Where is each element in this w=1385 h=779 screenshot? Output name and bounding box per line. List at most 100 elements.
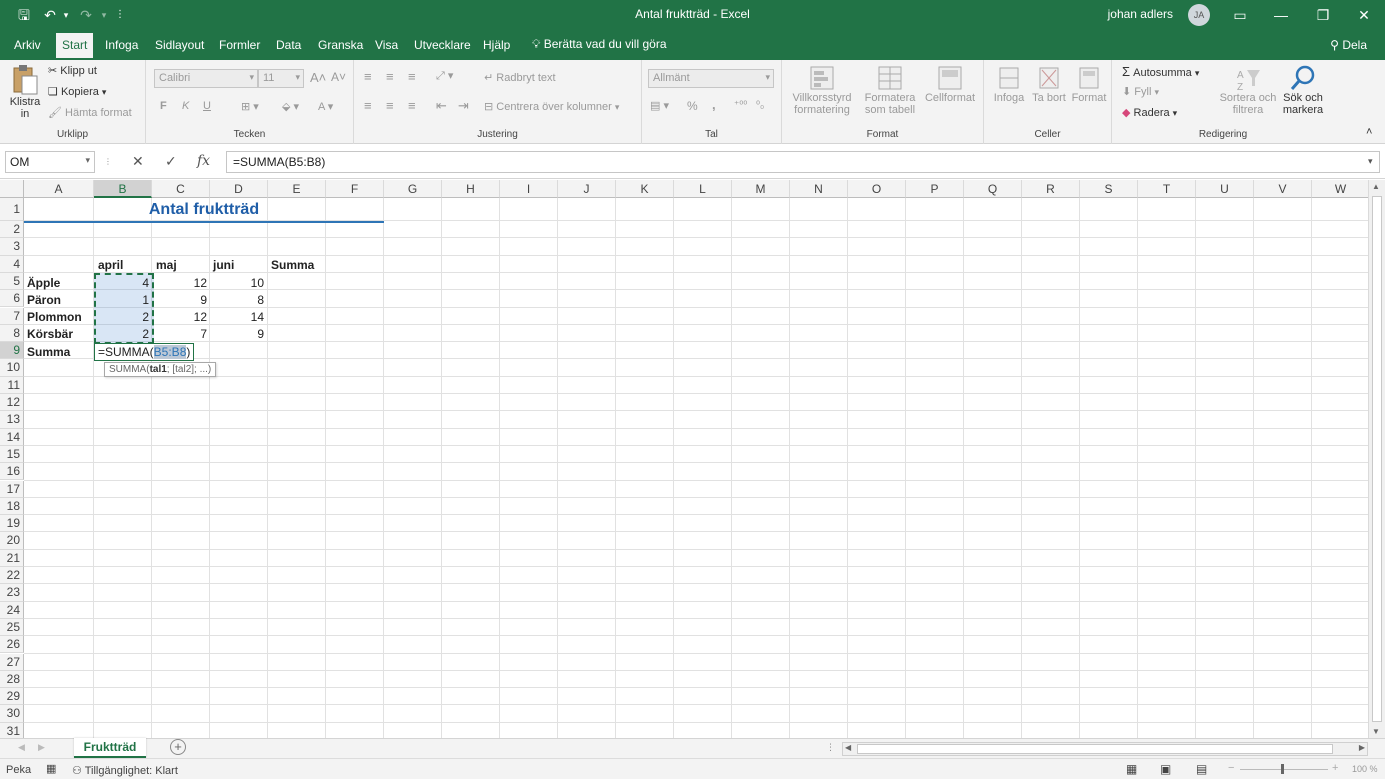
cell-b9-editor[interactable]: =SUMMA(B5:B8) (94, 343, 195, 361)
restore-icon[interactable]: ❐ (1309, 5, 1337, 25)
cell-styles-button[interactable]: Cellformat (920, 64, 980, 104)
cell-d7[interactable]: 14 (210, 309, 267, 326)
header-maj[interactable]: maj (153, 257, 210, 274)
column-header-c[interactable]: C (152, 180, 210, 198)
minimize-icon[interactable]: — (1267, 5, 1295, 25)
row-header-28[interactable]: 28 (0, 670, 24, 689)
function-tooltip[interactable]: SUMMA(tal1; [tal2]; ...) (104, 362, 217, 377)
row-header-21[interactable]: 21 (0, 549, 24, 567)
cancel-icon[interactable]: ✕ (132, 153, 144, 170)
column-header-f[interactable]: F (326, 180, 384, 198)
tab-infoga[interactable]: Infoga (99, 36, 144, 60)
name-box[interactable]: OM (5, 151, 95, 173)
row-header-3[interactable]: 3 (0, 238, 24, 256)
align-right-icon[interactable]: ≡ (408, 98, 416, 113)
delete-cells-button[interactable]: Ta bort (1028, 64, 1070, 104)
row-header-14[interactable]: 14 (0, 428, 24, 446)
row-header-1[interactable]: 1 (0, 198, 24, 221)
column-header-t[interactable]: T (1138, 180, 1196, 198)
row-header-4[interactable]: 4 (0, 255, 24, 273)
row-header-8[interactable]: 8 (0, 324, 24, 343)
collapse-ribbon-icon[interactable]: ˄ (1366, 126, 1372, 138)
tab-data[interactable]: Data (270, 36, 307, 60)
column-header-s[interactable]: S (1080, 180, 1138, 198)
clear-button[interactable]: ◆ Radera ▾ (1122, 106, 1177, 119)
row-header-9[interactable]: 9 (0, 342, 24, 360)
column-header-p[interactable]: P (906, 180, 964, 198)
column-header-e[interactable]: E (268, 180, 326, 198)
row-label-cherry[interactable]: Körsbär (24, 326, 94, 343)
column-header-a[interactable]: A (24, 180, 94, 198)
row-header-26[interactable]: 26 (0, 636, 24, 654)
cut-button[interactable]: ✂ Klipp ut (48, 64, 97, 77)
align-middle-icon[interactable]: ≡ (386, 69, 394, 84)
row-header-31[interactable]: 31 (0, 722, 24, 738)
tab-hjalp[interactable]: Hjälp (477, 36, 516, 60)
tell-me-box[interactable]: 💡︎ Berätta vad du vill göra (532, 37, 667, 52)
cell-c8[interactable]: 7 (153, 326, 210, 343)
sort-filter-button[interactable]: A Z Sortera och filtrera (1216, 64, 1280, 116)
column-header-v[interactable]: V (1254, 180, 1312, 198)
underline-button[interactable]: U (203, 100, 211, 112)
increase-indent-icon[interactable]: ⇥ (458, 98, 469, 114)
autosum-button[interactable]: Σ Autosumma ▾ (1122, 64, 1199, 79)
fill-color-icon[interactable]: ⬙ ▾ (282, 100, 299, 113)
row-header-23[interactable]: 23 (0, 584, 24, 602)
insert-function-button[interactable]: fx (197, 153, 210, 169)
number-format-combo[interactable]: Allmänt (648, 69, 774, 88)
macro-record-icon[interactable]: ▦ (46, 762, 56, 775)
column-header-l[interactable]: L (674, 180, 732, 198)
row-label-apple[interactable]: Äpple (24, 275, 94, 292)
row-header-12[interactable]: 12 (0, 394, 24, 412)
column-header-h[interactable]: H (442, 180, 500, 198)
confirm-icon[interactable]: ✓ (165, 153, 177, 170)
merge-center-button[interactable]: ⊟ Centrera över kolumner ▾ (484, 100, 619, 113)
horizontal-scrollbar[interactable]: ◀ ▶ (842, 742, 1368, 756)
align-bottom-icon[interactable]: ≡ (408, 69, 416, 84)
add-sheet-icon[interactable]: + (170, 739, 186, 755)
column-header-m[interactable]: M (732, 180, 790, 198)
tab-arkiv[interactable]: Arkiv (8, 36, 47, 60)
cell-b7[interactable]: 2 (95, 309, 152, 326)
zoom-slider-thumb[interactable] (1281, 764, 1284, 774)
scroll-up-icon[interactable]: ▲ (1372, 182, 1380, 191)
comma-button[interactable]: , (712, 97, 716, 112)
row-header-10[interactable]: 10 (0, 359, 24, 377)
row-header-30[interactable]: 30 (0, 705, 24, 723)
tab-visa[interactable]: Visa (369, 36, 404, 60)
zoom-slider[interactable] (1240, 769, 1328, 770)
vertical-scrollbar[interactable]: ▲ ▼ (1368, 180, 1385, 738)
column-header-w[interactable]: W (1312, 180, 1368, 198)
row-header-15[interactable]: 15 (0, 445, 24, 464)
select-all-corner[interactable] (0, 180, 24, 198)
splitter-icon[interactable]: ⋮ (826, 742, 835, 753)
worksheet-grid[interactable]: ABCDEFGHIJKLMNOPQRSTUVW 1 2 3 4 5 6 7 8 9 10 11 12 1… (0, 180, 1368, 738)
next-sheet-icon[interactable]: ▶ (38, 742, 45, 753)
cell-c6[interactable]: 9 (153, 292, 210, 309)
column-header-k[interactable]: K (616, 180, 674, 198)
copy-button[interactable]: ❏ Kopiera ▾ (48, 85, 106, 98)
normal-view-icon[interactable]: ▦ (1126, 762, 1137, 776)
row-header-27[interactable]: 27 (0, 653, 24, 671)
share-button[interactable]: ⚲ Dela (1330, 38, 1367, 52)
tab-utvecklare[interactable]: Utvecklare (408, 36, 477, 60)
row-header-29[interactable]: 29 (0, 688, 24, 706)
tab-granska[interactable]: Granska (312, 36, 369, 60)
tab-start[interactable]: Start (56, 33, 94, 60)
vertical-scroll-thumb[interactable] (1372, 196, 1382, 722)
row-header-7[interactable]: 7 (0, 307, 24, 325)
currency-icon[interactable]: ▤ ▾ (650, 99, 669, 112)
paste-button[interactable]: Klistra in (6, 64, 44, 124)
row-label-plum[interactable]: Plommon (24, 309, 94, 326)
column-header-i[interactable]: I (500, 180, 558, 198)
bold-button[interactable]: F (160, 100, 167, 112)
format-painter-button[interactable]: 🖌︎ Hämta format (48, 106, 132, 119)
cell-d6[interactable]: 8 (210, 292, 267, 309)
ribbon-display-icon[interactable]: ▭ (1226, 5, 1254, 25)
header-summa[interactable]: Summa (268, 257, 325, 274)
row-header-19[interactable]: 19 (0, 515, 24, 533)
header-april[interactable]: april (95, 257, 152, 274)
column-header-r[interactable]: R (1022, 180, 1080, 198)
row-header-18[interactable]: 18 (0, 497, 24, 516)
sheet-title-cell[interactable]: Antal fruktträd (24, 199, 384, 221)
